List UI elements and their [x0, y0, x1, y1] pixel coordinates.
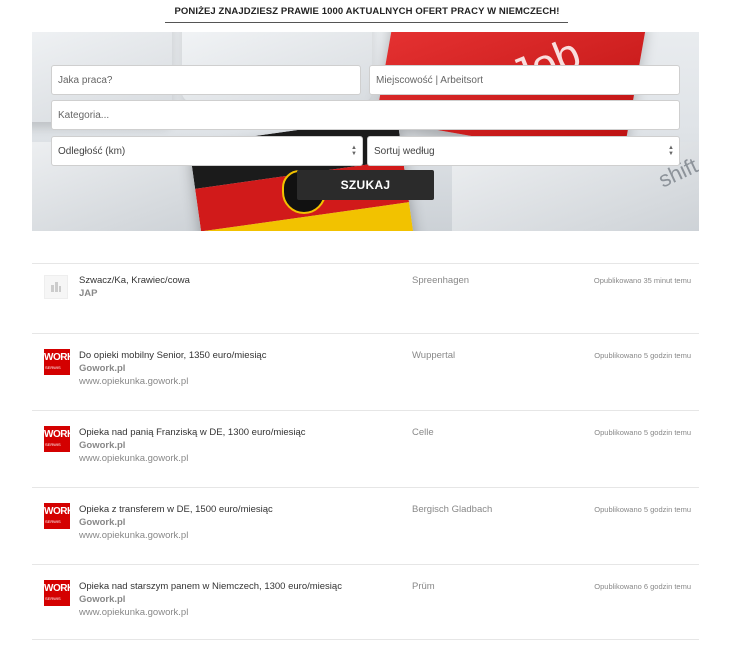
hero-search-banner: Job shift Odległość (km) ▲▼ Sortuj wedłu…	[32, 32, 699, 231]
gowork-logo: WORK SERWIS	[44, 503, 70, 529]
job-company: Gowork.pl	[79, 594, 126, 605]
job-source-url[interactable]: www.opiekunka.gowork.pl	[79, 453, 188, 464]
job-posted-date: Opublikowano 35 minut temu	[593, 276, 691, 285]
job-row[interactable]: WORK SERWIS Opieka nad panią Franziską w…	[32, 410, 699, 487]
job-title-link[interactable]: Opieka nad panią Franziską w DE, 1300 eu…	[79, 427, 306, 438]
logo-text-top: WORK	[44, 506, 70, 517]
sort-select[interactable]: Sortuj według ▲ ▼	[367, 136, 680, 166]
job-source-url[interactable]: www.opiekunka.gowork.pl	[79, 607, 188, 618]
job-title-link[interactable]: Szwacz/Ka, Krawiec/cowa	[79, 275, 190, 286]
job-location: Prüm	[412, 581, 435, 592]
logo-text-bottom: SERWIS	[45, 365, 61, 370]
distance-select-label: Odległość (km)	[58, 145, 126, 157]
job-location: Wuppertal	[412, 350, 456, 361]
job-posted-date: Opublikowano 6 godzin temu	[594, 582, 691, 591]
job-row[interactable]: WORK SERWIS Opieka nad starszym panem w …	[32, 564, 699, 640]
headline-divider	[165, 22, 568, 23]
location-search-input[interactable]	[369, 65, 680, 95]
gowork-logo: WORK SERWIS	[44, 426, 70, 452]
job-title-link[interactable]: Do opieki mobilny Senior, 1350 euro/mies…	[79, 350, 266, 361]
job-company: Gowork.pl	[79, 363, 126, 374]
logo-text-top: WORK	[44, 583, 70, 594]
logo-text-top: WORK	[44, 352, 70, 363]
job-row[interactable]: WORK SERWIS Do opieki mobilny Senior, 13…	[32, 333, 699, 410]
job-location: Celle	[412, 427, 434, 438]
job-location: Bergisch Gladbach	[412, 504, 493, 515]
job-company: Gowork.pl	[79, 517, 126, 528]
job-search-input[interactable]	[51, 65, 361, 95]
job-title-link[interactable]: Opieka z transferem w DE, 1500 euro/mies…	[79, 504, 273, 515]
job-row[interactable]: Szwacz/Ka, Krawiec/cowa JAP Spreenhagen …	[32, 263, 699, 333]
dropdown-arrow-icon: ▲ ▼	[351, 145, 357, 157]
job-source-url[interactable]: www.opiekunka.gowork.pl	[79, 530, 188, 541]
job-list: Szwacz/Ka, Krawiec/cowa JAP Spreenhagen …	[32, 263, 699, 640]
job-source-url[interactable]: www.opiekunka.gowork.pl	[79, 376, 188, 387]
job-company: Gowork.pl	[79, 440, 126, 451]
sort-select-label: Sortuj według	[374, 145, 435, 157]
job-posted-date: Opublikowano 5 godzin temu	[594, 428, 691, 437]
page-headline: PONIŻEJ ZNAJDZIESZ PRAWIE 1000 AKTUALNYC…	[174, 6, 560, 17]
company-placeholder-icon	[44, 275, 68, 299]
search-button[interactable]: SZUKAJ	[297, 170, 434, 200]
distance-select[interactable]: Odległość (km) ▲ ▼	[51, 136, 363, 166]
dropdown-arrow-icon: ▲ ▼	[668, 145, 674, 157]
gowork-logo: WORK SERWIS	[44, 580, 70, 606]
logo-text-top: WORK	[44, 429, 70, 440]
job-posted-date: Opublikowano 5 godzin temu	[594, 351, 691, 360]
job-company: JAP	[79, 288, 98, 299]
logo-text-bottom: SERWIS	[45, 442, 61, 447]
gowork-logo: WORK SERWIS	[44, 349, 70, 375]
logo-text-bottom: SERWIS	[45, 519, 61, 524]
logo-text-bottom: SERWIS	[45, 596, 61, 601]
job-row[interactable]: WORK SERWIS Opieka z transferem w DE, 15…	[32, 487, 699, 564]
job-title-link[interactable]: Opieka nad starszym panem w Niemczech, 1…	[79, 581, 342, 592]
job-posted-date: Opublikowano 5 godzin temu	[594, 505, 691, 514]
category-input[interactable]	[51, 100, 680, 130]
job-location: Spreenhagen	[412, 275, 470, 286]
